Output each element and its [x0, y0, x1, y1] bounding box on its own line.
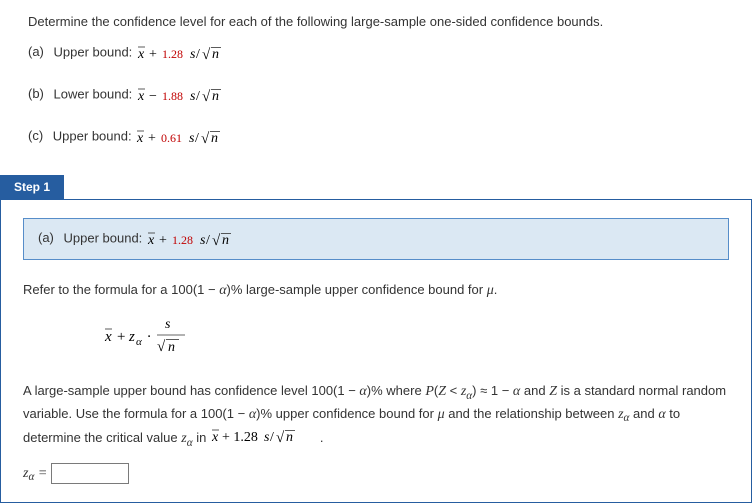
svg-text:α: α [136, 336, 142, 348]
part-b-label: (b) [28, 86, 44, 101]
svg-text:1.28: 1.28 [162, 47, 183, 61]
svg-text:z: z [128, 329, 135, 345]
svg-text:x: x [137, 47, 145, 62]
question-prompt: Determine the confidence level for each … [28, 14, 724, 29]
part-b-bound-text: Lower bound: [54, 86, 136, 101]
step-1-substep-a: (a) Upper bound: x + 1.28 s / √ n [23, 218, 729, 260]
svg-text:x: x [137, 89, 145, 104]
svg-text:√: √ [201, 131, 210, 147]
svg-text:√: √ [157, 339, 166, 355]
step-1-tab: Step 1 [0, 175, 64, 199]
svg-text:n: n [212, 89, 219, 104]
substep-a-label: (a) [38, 230, 54, 245]
svg-text:n: n [212, 47, 219, 62]
svg-text:·: · [147, 329, 151, 345]
substep-a-bound-text: Upper bound: [64, 230, 146, 245]
svg-text:n: n [222, 233, 229, 248]
part-c-bound-text: Upper bound: [53, 128, 135, 143]
svg-text:1.28: 1.28 [172, 233, 193, 247]
svg-text:0.61: 0.61 [161, 131, 182, 145]
svg-text:1.88: 1.88 [162, 89, 183, 103]
substep-a-expression: x + 1.28 s / √ n [146, 229, 266, 249]
explanation-text: A large-sample upper bound has confidenc… [23, 381, 729, 450]
part-a-expression: x + 1.28 s / √ n [136, 43, 256, 63]
part-c-label: (c) [28, 128, 43, 143]
svg-text:x: x [211, 430, 219, 445]
svg-text:+: + [148, 131, 156, 146]
svg-text:/: / [195, 131, 199, 146]
svg-text:+: + [149, 47, 157, 62]
part-a-bound-text: Upper bound: [54, 44, 136, 59]
part-c-expression: x + 0.61 s / √ n [135, 127, 255, 147]
step-1-box: (a) Upper bound: x + 1.28 s / √ n Refer … [0, 199, 752, 503]
svg-text:+: + [116, 329, 126, 345]
part-c: (c) Upper bound: x + 0.61 s / √ n [28, 127, 724, 147]
svg-text:+: + [159, 233, 167, 248]
svg-text:/: / [196, 89, 200, 104]
svg-text:x: x [136, 131, 144, 146]
svg-text:x: x [104, 329, 112, 345]
part-a: (a) Upper bound: x + 1.28 s / √ n [28, 43, 724, 63]
z-alpha-input[interactable] [51, 463, 129, 484]
svg-text:n: n [286, 430, 293, 445]
svg-text:√: √ [202, 89, 211, 105]
svg-text:+ 1.28: + 1.28 [222, 430, 258, 445]
svg-text:n: n [168, 340, 175, 355]
part-b: (b) Lower bound: x − 1.88 s / √ n [28, 85, 724, 105]
svg-text:/: / [196, 47, 200, 62]
svg-text:√: √ [202, 47, 211, 63]
svg-text:x: x [147, 233, 155, 248]
part-a-label: (a) [28, 44, 44, 59]
z-alpha-input-row: zα = [23, 463, 729, 484]
svg-text:n: n [211, 131, 218, 146]
part-b-expression: x − 1.88 s / √ n [136, 85, 256, 105]
svg-text:/: / [270, 430, 274, 445]
upper-bound-formula: x + z α · s √ n [103, 314, 729, 363]
svg-text:√: √ [212, 233, 221, 249]
svg-text:−: − [149, 89, 157, 104]
svg-text:s: s [165, 317, 171, 332]
svg-text:/: / [206, 233, 210, 248]
z-alpha-label: zα = [23, 466, 51, 481]
refer-formula-text: Refer to the formula for a 100(1 − α)% l… [23, 280, 729, 302]
svg-text:√: √ [276, 430, 285, 446]
